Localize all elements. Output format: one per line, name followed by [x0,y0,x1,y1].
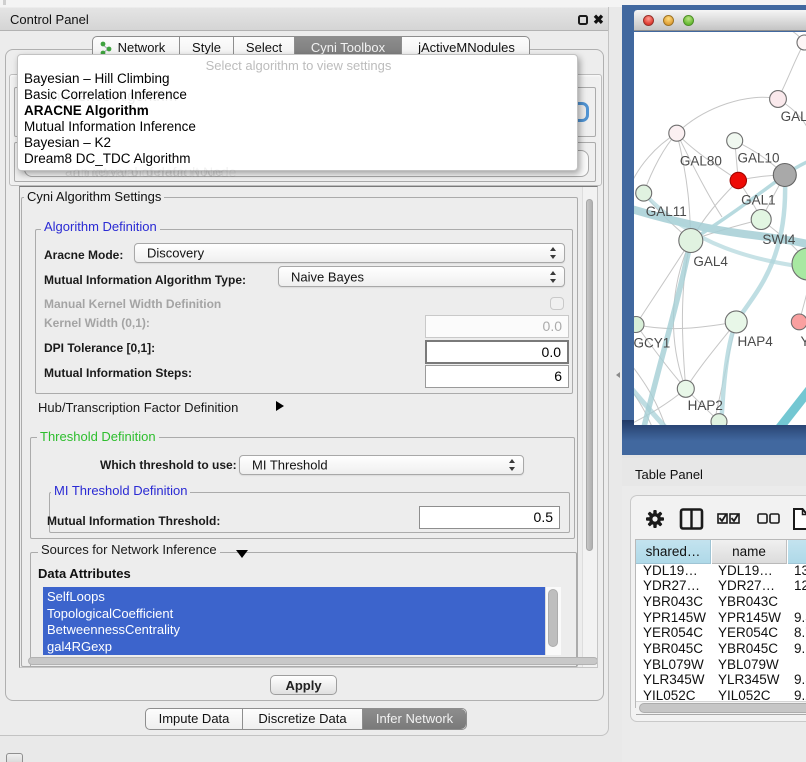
svg-text:Y: Y [801,334,806,349]
svg-text:GAL11: GAL11 [646,204,687,219]
svg-text:GAL80: GAL80 [680,154,722,169]
svg-text:GAL4: GAL4 [693,254,728,269]
svg-text:SWI4: SWI4 [762,232,795,247]
svg-text:GAL10: GAL10 [738,150,780,165]
svg-text:GAL7: GAL7 [781,109,806,124]
svg-text:GCY1: GCY1 [634,335,670,350]
svg-text:GAL1: GAL1 [741,193,776,208]
svg-text:HAP4: HAP4 [738,334,774,349]
svg-text:HAP2: HAP2 [688,398,723,413]
